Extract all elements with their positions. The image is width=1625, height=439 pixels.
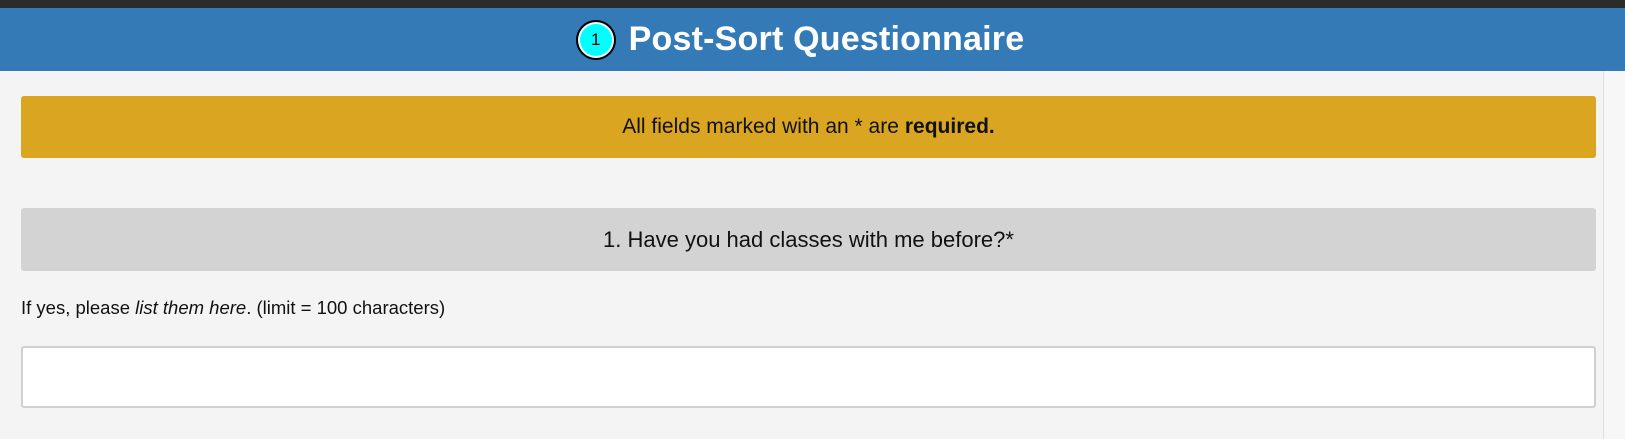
required-fields-notice: All fields marked with an * are required… — [21, 96, 1596, 158]
step-number-badge: 1 — [575, 19, 616, 60]
answer-text-input[interactable] — [21, 346, 1596, 408]
scrollbar-track[interactable] — [1603, 71, 1625, 439]
page-header: 1 Post-Sort Questionnaire — [0, 8, 1625, 71]
question-header: 1. Have you had classes with me before?* — [21, 208, 1596, 271]
instruction-suffix: . (limit = 100 characters) — [246, 297, 446, 318]
instruction-prefix: If yes, please — [21, 297, 136, 318]
notice-text: All fields marked with an * are — [622, 115, 899, 138]
question-label: 1. Have you had classes with me before?* — [603, 226, 1014, 252]
page-title: Post-Sort Questionnaire — [628, 20, 1025, 58]
step-number: 1 — [590, 29, 601, 49]
instruction-italic: list them here — [135, 297, 247, 318]
question-instructions: If yes, please list them here. (limit = … — [21, 297, 445, 319]
window-top-bar — [0, 0, 1625, 8]
notice-required-emphasis: required. — [904, 115, 995, 138]
